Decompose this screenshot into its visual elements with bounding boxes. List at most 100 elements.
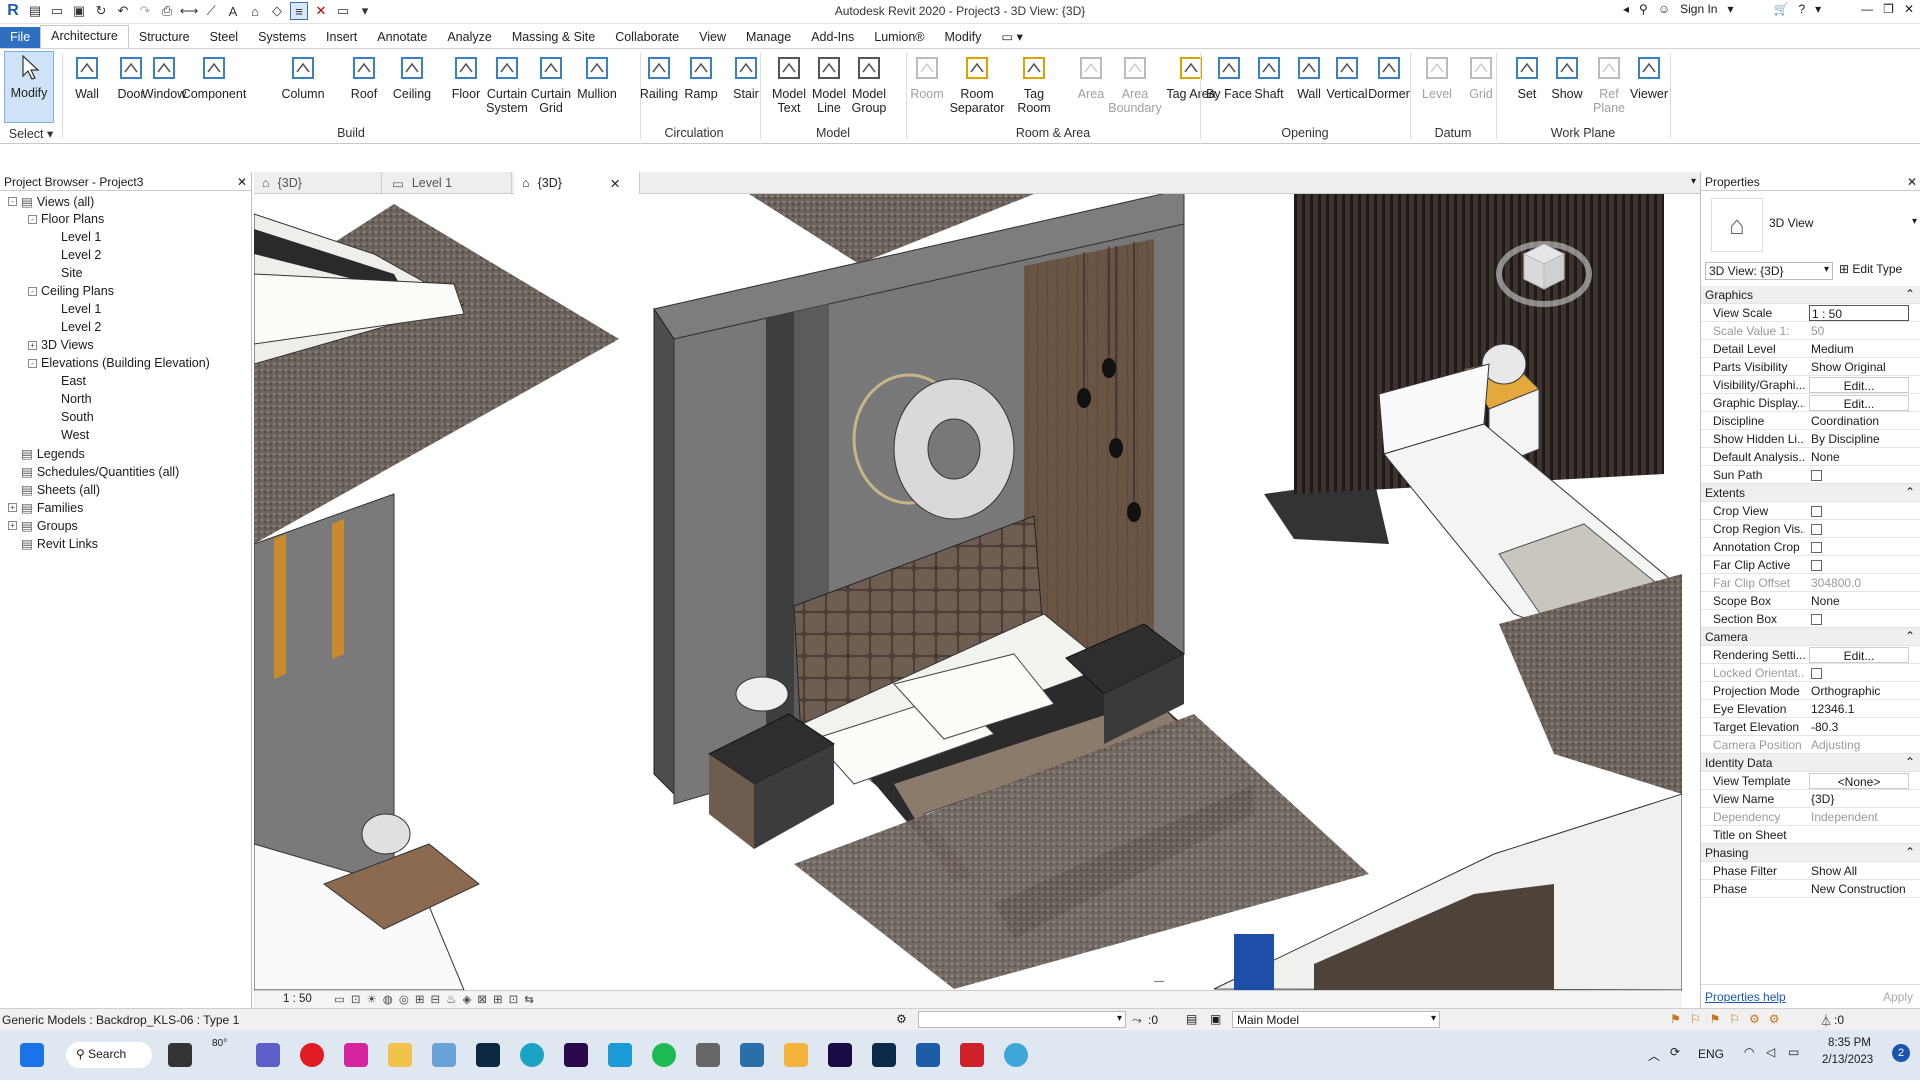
edge-icon[interactable] [520,1043,544,1067]
property-value[interactable]: 12346.1 [1809,701,1909,717]
tab-manage[interactable]: Manage [736,27,801,48]
battery-icon[interactable]: ▭ [1788,1045,1799,1059]
revit-logo-icon[interactable]: R [4,2,22,20]
tree-item-legends[interactable]: ▤ Legends [8,446,85,462]
back-icon[interactable]: ◂ [1623,2,1629,16]
checkbox[interactable] [1811,542,1822,553]
property-value[interactable]: Edit... [1809,377,1909,393]
view-control-icons[interactable]: ▭⊡☀◍◎⊞⊟♨◈⊠⊞⊡⇆ [334,992,540,1006]
roof-button[interactable]: Roof [337,53,391,101]
collapse-section-icon[interactable]: ⌃ [1905,755,1915,769]
checkbox[interactable] [1811,470,1822,481]
tree-item-north[interactable]: North [48,392,92,406]
close-icon[interactable]: ✕ [1904,2,1914,16]
file-explorer-icon[interactable] [388,1043,412,1067]
property-value[interactable]: Adjusting [1809,737,1909,753]
network-icon[interactable]: ⟳ [1670,1045,1680,1059]
language-indicator[interactable]: ENG [1698,1047,1724,1061]
property-value[interactable] [1809,665,1909,681]
close-hidden-icon[interactable]: ✕ [312,2,330,20]
workset-dropdown[interactable]: ▾ [918,1011,1126,1028]
apply-button[interactable]: Apply [1883,990,1913,1004]
property-value[interactable]: 1 : 50 [1809,305,1909,321]
tree-item-east[interactable]: East [48,374,86,388]
collapse-icon[interactable]: - [8,197,17,206]
instagram-icon[interactable] [344,1043,368,1067]
property-value[interactable]: 50 [1809,323,1909,339]
modify-button[interactable]: Modify [4,51,54,123]
property-value[interactable]: Independent [1809,809,1909,825]
property-value[interactable]: Show All [1809,863,1909,879]
section-phasing[interactable]: Phasing ⌃ [1701,844,1920,862]
switch-windows-icon[interactable]: ▭ [334,2,352,20]
collapse-section-icon[interactable]: ⌃ [1905,485,1915,499]
tree-item-views-all-[interactable]: - ▤ Views (all) [8,194,94,209]
model-group-button[interactable]: Model Group [842,53,896,115]
properties-help-link[interactable]: Properties help [1705,990,1786,1004]
checkbox[interactable] [1811,506,1822,517]
app-icon-3[interactable] [740,1043,764,1067]
close-icon[interactable]: ✕ [1907,175,1917,189]
collapse-section-icon[interactable]: ⌃ [1905,287,1915,301]
collapse-section-icon[interactable]: ⌃ [1905,629,1915,643]
app-icon[interactable] [608,1043,632,1067]
3d-view-icon[interactable]: ⌂ [246,2,264,20]
collapse-section-icon[interactable]: ⌃ [1905,845,1915,859]
tree-item-groups[interactable]: + ▤ Groups [8,518,78,533]
3d-viewport[interactable]: — [254,194,1682,990]
cart-icon[interactable]: 🛒 [1774,2,1789,16]
redo-icon[interactable]: ↷ [136,2,154,20]
checkbox[interactable] [1811,560,1822,571]
tab-view[interactable]: View [689,27,736,48]
edit-type-button[interactable]: ⊞ Edit Type [1839,262,1902,276]
tree-item-ceiling-plans[interactable]: - Ceiling Plans [28,284,114,298]
expand-icon[interactable]: + [28,340,37,350]
tree-item-schedules-quantities-all-[interactable]: ▤ Schedules/Quantities (all) [8,464,179,480]
sign-in-link[interactable]: Sign In [1680,2,1717,16]
close-tab-icon[interactable]: ✕ [610,176,620,191]
tree-item-site[interactable]: Site [48,266,83,280]
revit-taskbar-icon[interactable] [916,1043,940,1067]
property-value[interactable]: -80.3 [1809,719,1909,735]
tree-item-level-1[interactable]: Level 1 [48,230,101,244]
sync-icon[interactable]: ↻ [92,2,110,20]
tree-item-elevations-building-elevation-[interactable]: - Elevations (Building Elevation) [28,356,210,370]
view-scale-control[interactable]: 1 : 50 [283,993,312,1005]
design-options-icon[interactable]: ▤ [1186,1012,1197,1026]
design-option-icon[interactable]: ▣ [1210,1012,1221,1026]
view-tab-3d-1[interactable]: ⌂ {3D} [254,172,382,194]
viewer-button[interactable]: Viewer [1622,53,1676,101]
contextual-tab-dropdown[interactable]: ▭ ▾ [991,26,1033,48]
section-icon[interactable]: ◇ [268,2,286,20]
property-value[interactable]: By Discipline [1809,431,1909,447]
qat-dropdown-icon[interactable]: ▾ [356,2,374,20]
property-value[interactable] [1809,503,1909,519]
tab-systems[interactable]: Systems [248,27,316,48]
property-value[interactable]: New Construction [1809,881,1909,897]
tray-chevron-icon[interactable]: ︿ [1648,1047,1660,1064]
property-value[interactable]: None [1809,593,1909,609]
tag-icon[interactable]: A [224,2,242,20]
tree-item-level-2[interactable]: Level 2 [48,248,101,262]
3d-model-canvas[interactable]: — [254,194,1682,990]
save-icon[interactable]: ▣ [70,2,88,20]
task-view-icon[interactable] [168,1043,192,1067]
tree-item-level-2[interactable]: Level 2 [48,320,101,334]
app-icon-2[interactable] [696,1043,720,1067]
measure-icon[interactable]: ⟷ [180,2,199,20]
room-button[interactable]: Room [900,53,954,101]
section-identity-data[interactable]: Identity Data ⌃ [1701,754,1920,772]
print-icon[interactable]: ⎙ [158,2,176,20]
selection-filter-icons[interactable]: ⚑⚐⚑⚐⚙⚙ [1670,1012,1789,1026]
globe-app-icon[interactable] [1004,1043,1028,1067]
property-value[interactable]: Orthographic [1809,683,1909,699]
tab-insert[interactable]: Insert [316,27,367,48]
help-icon[interactable]: ? [1798,2,1805,16]
thin-lines-icon[interactable]: ≡ [290,2,308,20]
property-value[interactable] [1809,539,1909,555]
tab-collaborate[interactable]: Collaborate [605,27,689,48]
open-icon[interactable]: ▤ [26,2,44,20]
open-folder-icon[interactable]: ▭ [48,2,66,20]
instance-selector[interactable]: 3D View: {3D} ▾ [1705,262,1833,280]
property-value[interactable]: Show Original [1809,359,1909,375]
